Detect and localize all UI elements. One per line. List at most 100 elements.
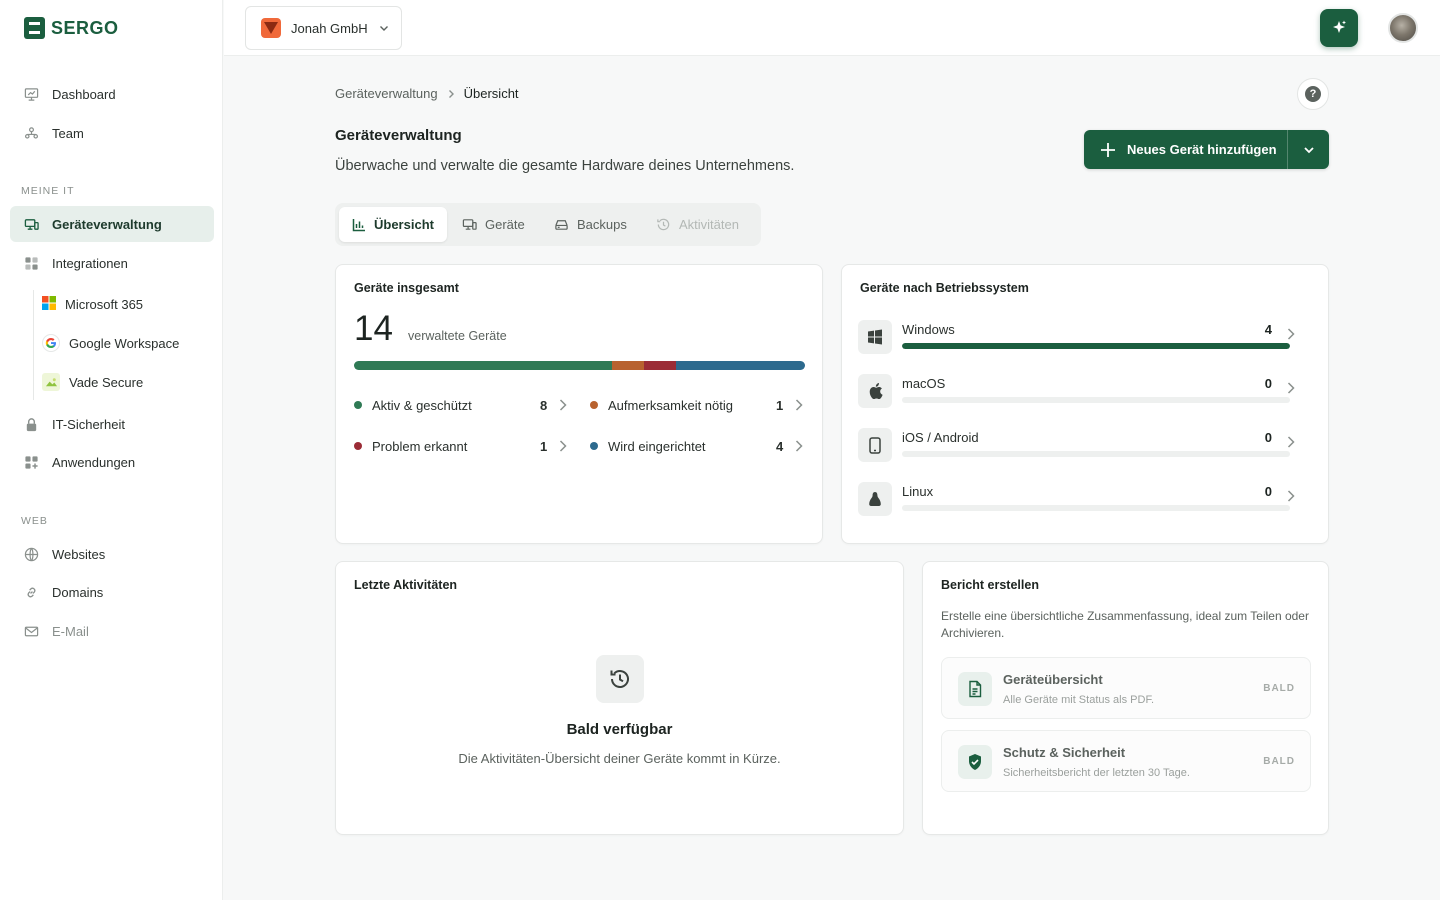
os-name: iOS / Android	[902, 430, 979, 445]
sidebar-item-dashboard[interactable]: Dashboard	[10, 76, 214, 112]
chevron-right-icon	[1286, 435, 1296, 452]
page-title: Geräteverwaltung	[335, 127, 462, 144]
os-name: Windows	[902, 322, 955, 337]
sidebar-item-microsoft-365[interactable]: Microsoft 365	[34, 288, 214, 320]
tab-uebersicht[interactable]: Übersicht	[339, 207, 447, 242]
total-devices-count: 14	[354, 309, 393, 348]
os-progress-track	[902, 451, 1290, 457]
devices-icon	[462, 217, 477, 232]
stat-label: Aufmerksamkeit nötig	[608, 397, 733, 413]
sidebar-item-integrationen[interactable]: Integrationen	[10, 245, 214, 281]
sidebar-item-websites[interactable]: Websites	[10, 536, 214, 572]
page-subtitle: Überwache und verwalte die gesamte Hardw…	[335, 158, 795, 174]
chevron-right-icon	[1286, 327, 1296, 344]
segment-aufmerksamkeit	[611, 361, 644, 370]
tab-aktivitaeten[interactable]: Aktivitäten	[643, 207, 752, 242]
tab-label: Geräte	[485, 217, 525, 232]
os-name: Linux	[902, 484, 934, 499]
card-title: Bericht erstellen	[941, 578, 1039, 592]
sidebar-item-vade-secure[interactable]: Vade Secure	[34, 366, 214, 398]
segment-aktiv	[354, 361, 612, 370]
sidebar-item-team[interactable]: Team	[10, 115, 214, 151]
empty-state-text: Die Aktivitäten-Übersicht deiner Geräte …	[458, 751, 781, 766]
report-item-title: Geräteübersicht	[1003, 672, 1103, 687]
section-label-web: WEB	[21, 515, 48, 527]
status-dot	[354, 401, 362, 409]
chevron-right-icon	[794, 398, 804, 415]
card-title: Geräte insgesamt	[354, 281, 459, 295]
coming-soon-badge: BALD	[1263, 683, 1295, 694]
sidebar-item-label: Google Workspace	[69, 335, 180, 351]
stat-value: 1	[776, 397, 784, 413]
chevron-down-icon	[1302, 143, 1316, 157]
os-row-windows[interactable]: Windows 4	[858, 320, 1310, 360]
os-row-linux[interactable]: Linux 0	[858, 482, 1310, 522]
os-count: 0	[1264, 376, 1272, 391]
lock-icon	[24, 417, 39, 432]
plus-icon	[1099, 141, 1117, 159]
sidebar-item-domains[interactable]: Domains	[10, 574, 214, 610]
windows-icon	[858, 320, 892, 354]
add-device-dropdown-button[interactable]	[1287, 130, 1329, 169]
sidebar-item-email[interactable]: E-Mail	[10, 613, 214, 649]
status-dot	[590, 401, 598, 409]
report-item-subtitle: Sicherheitsbericht der letzten 30 Tage.	[1003, 767, 1190, 779]
report-item-geraeteuebersicht[interactable]: Geräteübersicht Alle Geräte mit Status a…	[941, 657, 1311, 719]
report-item-schutz-sicherheit[interactable]: Schutz & Sicherheit Sicherheitsbericht d…	[941, 730, 1311, 792]
chevron-right-icon	[558, 439, 568, 456]
breadcrumb-current: Übersicht	[463, 86, 519, 101]
stat-problem-erkannt[interactable]: Problem erkannt 1	[354, 436, 570, 456]
os-progress-track	[902, 505, 1290, 511]
sidebar: SERGO Dashboard Team MEINE IT Geräteverw…	[0, 0, 223, 900]
section-label-meine-it: MEINE IT	[21, 185, 75, 197]
sidebar-item-it-sicherheit[interactable]: IT-Sicherheit	[10, 406, 214, 442]
organization-selector[interactable]: Jonah GmbH	[245, 6, 402, 50]
add-device-split-button: Neues Gerät hinzufügen	[1084, 130, 1329, 169]
coming-soon-badge: BALD	[1263, 756, 1295, 767]
stat-aktiv-geschuetzt[interactable]: Aktiv & geschützt 8	[354, 395, 570, 415]
tab-label: Backups	[577, 217, 627, 232]
segment-problem	[643, 361, 677, 370]
sidebar-item-label: Microsoft 365	[65, 296, 144, 312]
sidebar-item-anwendungen[interactable]: Anwendungen	[10, 444, 214, 480]
bar-chart-icon	[352, 218, 366, 232]
recent-activities-card: Letzte Aktivitäten Bald verfügbar Die Ak…	[335, 561, 904, 835]
breadcrumb-parent-link[interactable]: Geräteverwaltung	[335, 86, 438, 101]
os-count: 4	[1264, 322, 1272, 337]
linux-icon	[858, 482, 892, 516]
report-item-subtitle: Alle Geräte mit Status als PDF.	[1003, 694, 1154, 706]
sidebar-item-geraeteverwaltung[interactable]: Geräteverwaltung	[10, 206, 214, 242]
user-avatar[interactable]	[1388, 13, 1418, 43]
tab-geraete[interactable]: Geräte	[449, 207, 538, 242]
stat-wird-eingerichtet[interactable]: Wird eingerichtet 4	[590, 436, 806, 456]
devices-icon	[24, 217, 39, 232]
devices-by-os-card: Geräte nach Betriebssystem Windows 4 mac…	[841, 264, 1329, 544]
sidebar-item-google-workspace[interactable]: Google Workspace	[34, 327, 214, 359]
os-progress-track	[902, 343, 1290, 349]
os-row-macos[interactable]: macOS 0	[858, 374, 1310, 414]
add-device-button[interactable]: Neues Gerät hinzufügen	[1084, 130, 1287, 169]
report-item-title: Schutz & Sicherheit	[1003, 745, 1126, 760]
tab-bar: Übersicht Geräte Backups Aktivitäten	[335, 203, 761, 246]
history-icon	[656, 217, 671, 232]
chevron-right-icon	[794, 439, 804, 456]
empty-state-title: Bald verfügbar	[566, 721, 673, 738]
tab-label: Übersicht	[374, 217, 434, 232]
os-count: 0	[1264, 484, 1272, 499]
report-description: Erstelle eine übersichtliche Zusammenfas…	[941, 609, 1309, 640]
stat-aufmerksamkeit-noetig[interactable]: Aufmerksamkeit nötig 1	[590, 395, 806, 415]
tab-backups[interactable]: Backups	[541, 207, 640, 242]
chevron-down-icon	[378, 22, 390, 34]
card-title: Letzte Aktivitäten	[354, 578, 458, 592]
create-report-card: Bericht erstellen Erstelle eine übersich…	[922, 561, 1329, 835]
add-device-label: Neues Gerät hinzufügen	[1127, 142, 1277, 157]
apple-icon	[858, 374, 892, 408]
ai-assistant-button[interactable]	[1320, 9, 1358, 47]
help-button[interactable]: ?	[1297, 78, 1329, 110]
total-devices-label: verwaltete Geräte	[408, 329, 507, 343]
status-dot	[354, 442, 362, 450]
os-row-ios-android[interactable]: iOS / Android 0	[858, 428, 1310, 468]
brand-logo[interactable]: SERGO	[24, 16, 119, 40]
organization-logo	[261, 18, 281, 38]
card-title: Geräte nach Betriebssystem	[860, 281, 1029, 295]
